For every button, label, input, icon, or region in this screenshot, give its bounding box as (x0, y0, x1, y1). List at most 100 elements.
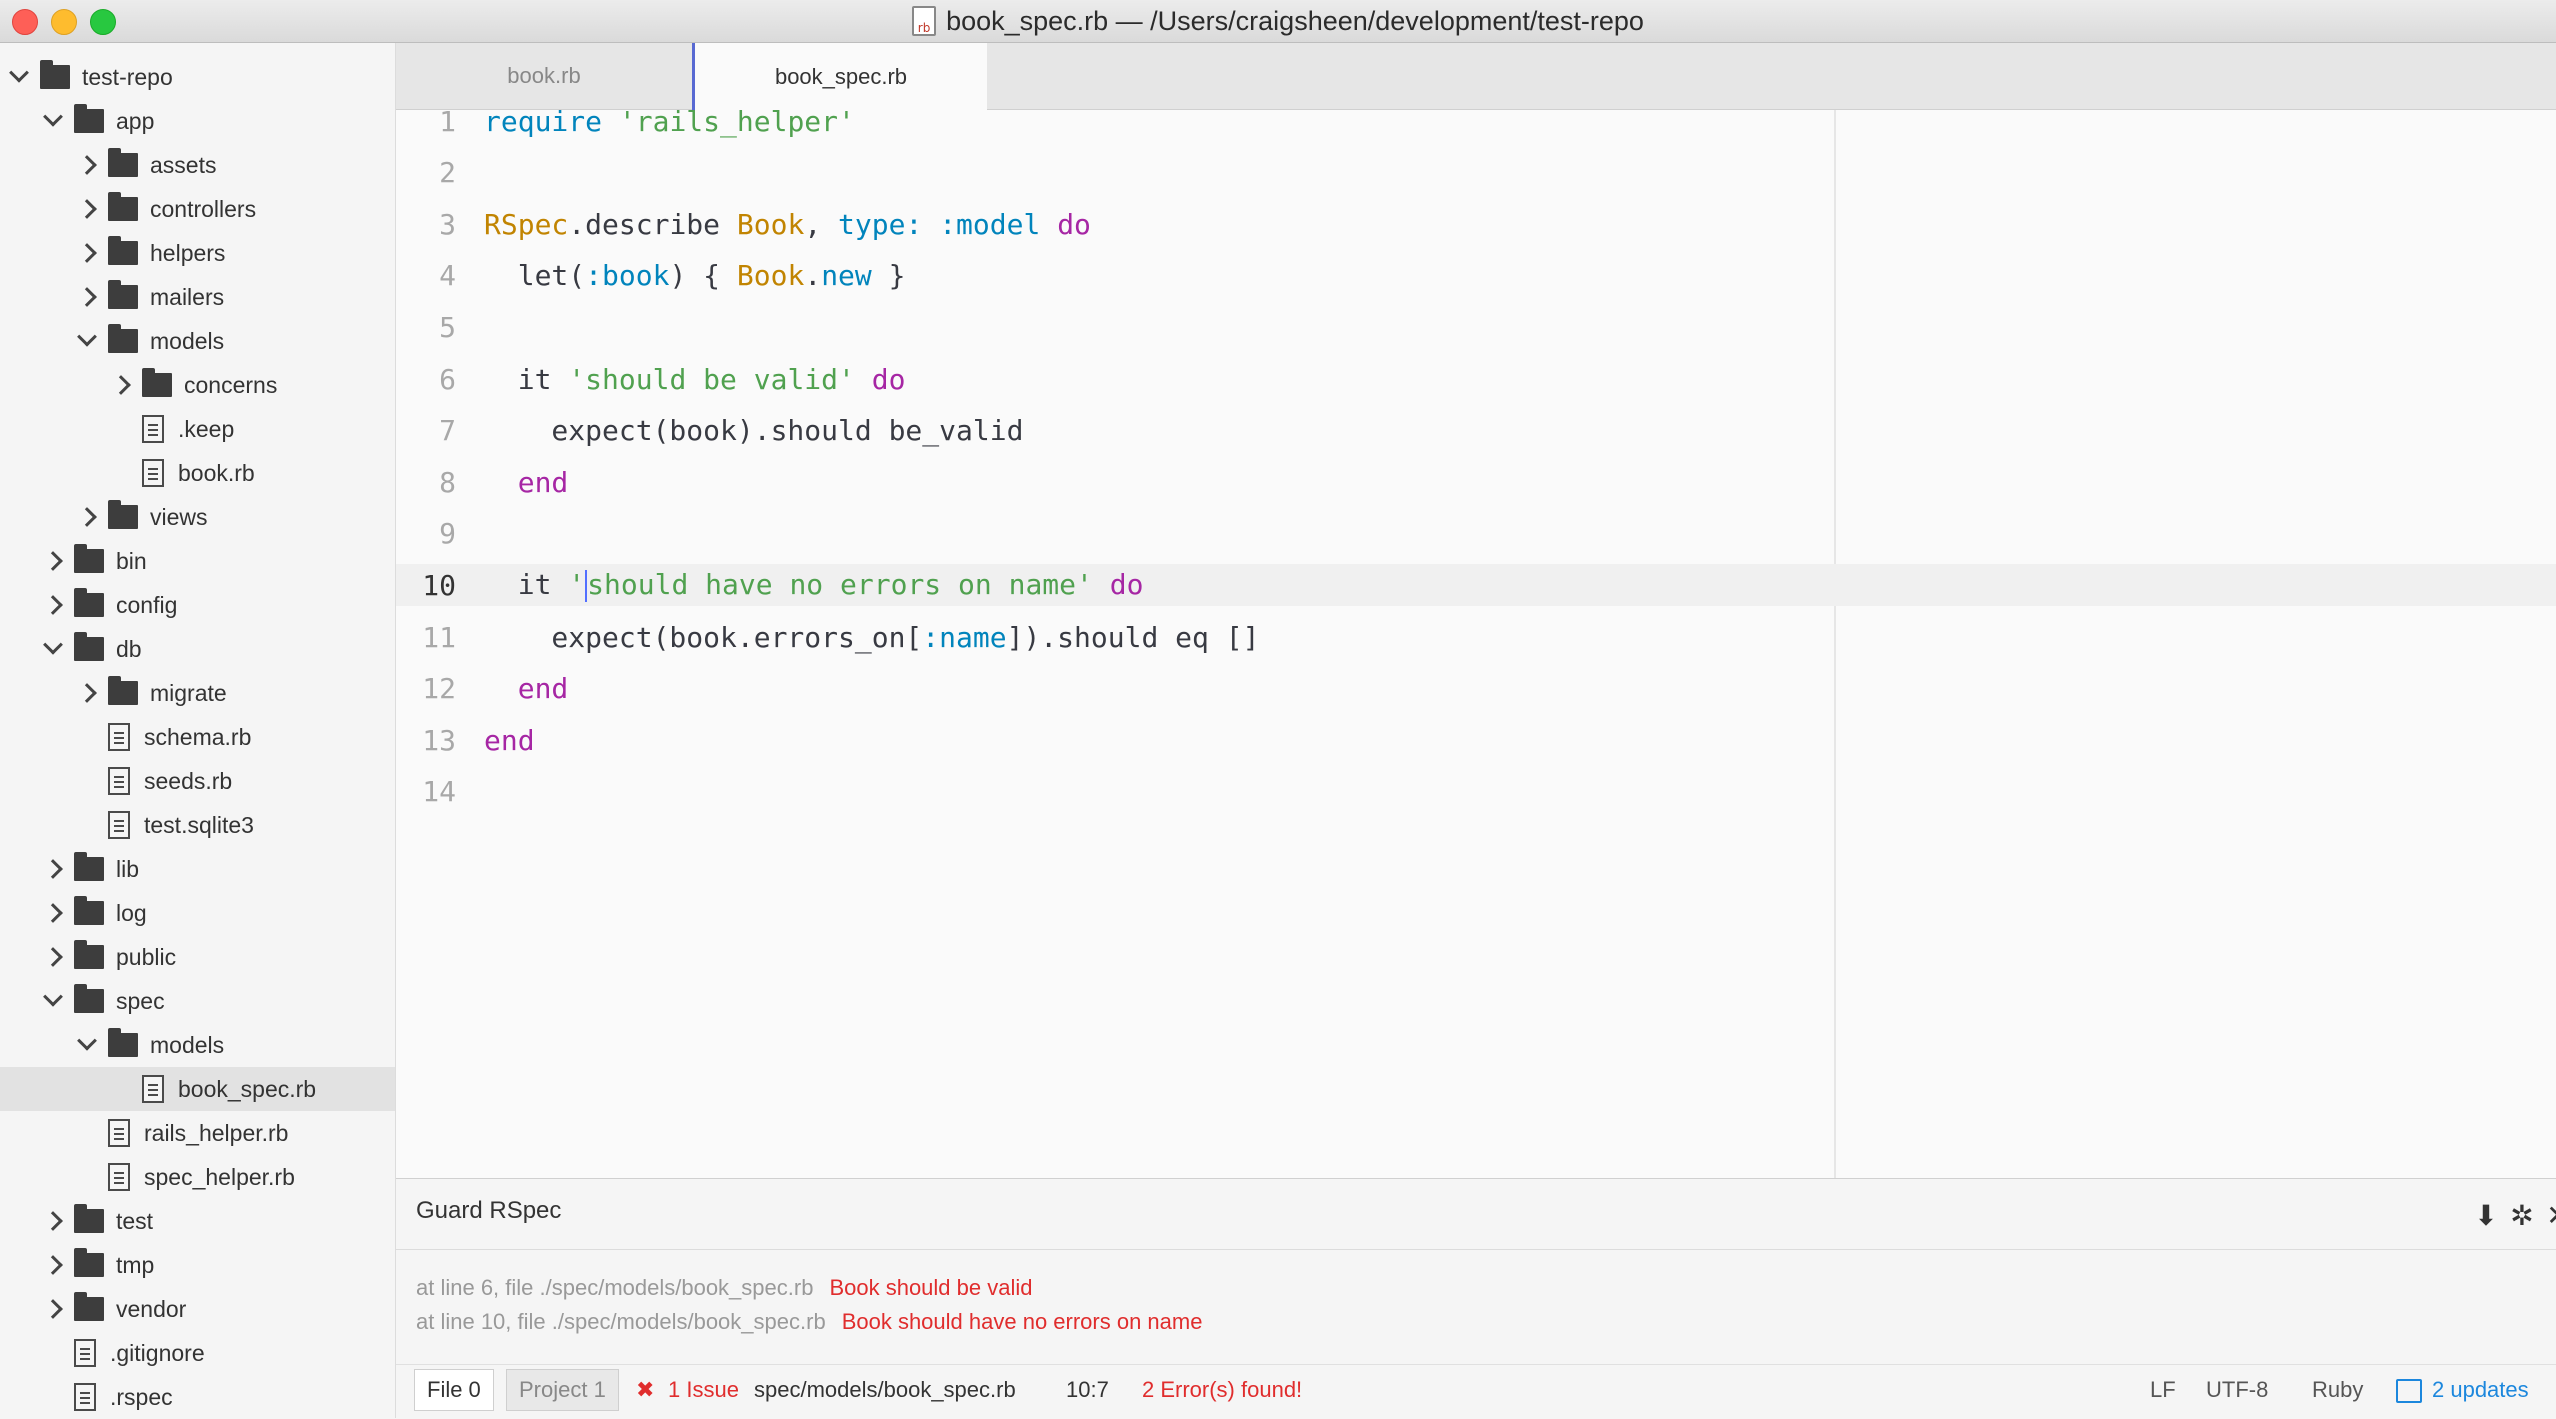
chevron-right-icon[interactable] (43, 1211, 63, 1231)
code-line[interactable]: 6 it 'should be valid' do (396, 358, 2556, 400)
line-number: 10 (422, 568, 456, 602)
linter-project-tab[interactable]: Project 1 (506, 1369, 619, 1411)
chevron-right-icon[interactable] (43, 551, 63, 571)
folder-icon (142, 368, 172, 397)
code-editor[interactable]: 1 require 'rails_helper' 2 3 RSpec.describe … (396, 105, 2556, 1178)
tree-folder[interactable]: tmp (0, 1243, 395, 1287)
code-token: do (1057, 207, 1091, 241)
chevron-down-icon[interactable] (43, 106, 63, 127)
line-number: 5 (439, 310, 456, 344)
code-line[interactable]: 10 it 'should have no errors on name' do (396, 564, 2556, 607)
tree-file[interactable]: schema.rb (0, 715, 395, 759)
tree-folder[interactable]: log (0, 891, 395, 935)
tree-folder[interactable]: migrate (0, 671, 395, 715)
tree-folder[interactable]: mailers (0, 275, 395, 319)
close-icon[interactable]: ✕ (2540, 1197, 2556, 1233)
code-line[interactable]: 11 expect(book.errors_on[:name]).should … (396, 616, 2556, 658)
tree-folder[interactable]: views (0, 495, 395, 539)
tree-item-label: db (116, 635, 142, 662)
tree-folder[interactable]: bin (0, 539, 395, 583)
chevron-down-icon[interactable] (77, 326, 97, 347)
chevron-right-icon[interactable] (43, 595, 63, 615)
tree-file[interactable]: .rspec (0, 1375, 395, 1418)
chevron-right-icon[interactable] (77, 683, 97, 703)
tree-folder[interactable]: models (0, 1023, 395, 1067)
chevron-down-icon[interactable] (77, 1030, 97, 1051)
chevron-right-icon[interactable] (77, 243, 97, 263)
chevron-down-icon[interactable] (43, 634, 63, 655)
tree-folder[interactable]: lib (0, 847, 395, 891)
tree-file[interactable]: rails_helper.rb (0, 1111, 395, 1155)
chevron-right-icon[interactable] (43, 903, 63, 923)
code-line[interactable]: 2 (396, 152, 2556, 194)
tree-item-label: spec (116, 987, 165, 1014)
tree-folder[interactable]: db (0, 627, 395, 671)
tree-folder[interactable]: helpers (0, 231, 395, 275)
chevron-right-icon[interactable] (43, 1255, 63, 1275)
tree-item-label: test.sqlite3 (144, 811, 254, 838)
window-title: book_spec.rb — /Users/craigsheen/develop… (946, 5, 1644, 36)
file-icon (108, 767, 130, 795)
tree-folder[interactable]: models (0, 319, 395, 363)
issue-count[interactable]: 1 Issue (668, 1377, 739, 1403)
tree-folder[interactable]: test (0, 1199, 395, 1243)
tree-folder[interactable]: spec (0, 979, 395, 1023)
package-updates[interactable]: 2 updates (2432, 1377, 2529, 1403)
code-line[interactable]: 1 require 'rails_helper' (396, 100, 2556, 142)
log-error-message[interactable]: Book should be valid (829, 1275, 1032, 1300)
tree-folder[interactable]: config (0, 583, 395, 627)
code-line[interactable]: 5 (396, 306, 2556, 348)
tree-folder[interactable]: assets (0, 143, 395, 187)
package-icon[interactable] (2396, 1379, 2422, 1403)
file-path[interactable]: spec/models/book_spec.rb (754, 1377, 1016, 1403)
download-icon[interactable]: ⬇ (2468, 1197, 2504, 1233)
chevron-right-icon[interactable] (77, 287, 97, 307)
log-line: at line 10, file ./spec/models/book_spec… (416, 1309, 1202, 1335)
settings-icon[interactable]: ✲ (2504, 1197, 2540, 1233)
code-line[interactable]: 13 end (396, 719, 2556, 761)
chevron-right-icon[interactable] (111, 375, 131, 395)
grammar-selector[interactable]: Ruby (2312, 1377, 2363, 1403)
tree-item-label: models (150, 1031, 225, 1058)
cursor-position[interactable]: 10:7 (1066, 1377, 1109, 1403)
tree-file[interactable]: .keep (0, 407, 395, 451)
file-icon (142, 1075, 164, 1103)
tree-file[interactable]: test.sqlite3 (0, 803, 395, 847)
chevron-right-icon[interactable] (43, 947, 63, 967)
log-error-message[interactable]: Book should have no errors on name (842, 1309, 1203, 1334)
tree-file[interactable]: book.rb (0, 451, 395, 495)
chevron-right-icon[interactable] (77, 199, 97, 219)
chevron-down-icon[interactable] (9, 62, 29, 83)
tree-file[interactable]: spec_helper.rb (0, 1155, 395, 1199)
code-line[interactable]: 9 (396, 513, 2556, 555)
chevron-right-icon[interactable] (77, 507, 97, 527)
guard-error-summary[interactable]: 2 Error(s) found! (1142, 1377, 1302, 1403)
tree-folder[interactable]: public (0, 935, 395, 979)
chevron-down-icon[interactable] (43, 986, 63, 1007)
code-line[interactable]: 12 end (396, 668, 2556, 710)
code-line[interactable]: 4 let(:book) { Book.new } (396, 255, 2556, 297)
tree-folder[interactable]: test-repo (0, 55, 395, 99)
tree-folder[interactable]: controllers (0, 187, 395, 231)
code-line[interactable]: 14 (396, 771, 2556, 813)
tree-folder[interactable]: app (0, 99, 395, 143)
folder-icon (74, 544, 104, 573)
chevron-right-icon[interactable] (43, 1299, 63, 1319)
chevron-right-icon[interactable] (77, 155, 97, 175)
tree-file[interactable]: .gitignore (0, 1331, 395, 1375)
code-line[interactable]: 7 expect(book).should be_valid (396, 410, 2556, 452)
chevron-right-icon[interactable] (43, 859, 63, 879)
tree-folder[interactable]: vendor (0, 1287, 395, 1331)
code-line[interactable]: 8 end (396, 461, 2556, 503)
tree-file[interactable]: book_spec.rb (0, 1067, 395, 1111)
tree-item-label: helpers (150, 239, 226, 266)
tree-folder[interactable]: concerns (0, 363, 395, 407)
line-code: it 'should be valid' do (484, 363, 906, 396)
code-line[interactable]: 3 RSpec.describe Book, type: :model do (396, 203, 2556, 245)
tree-file[interactable]: seeds.rb (0, 759, 395, 803)
file-encoding[interactable]: UTF-8 (2206, 1377, 2268, 1403)
linter-file-tab[interactable]: File 0 (414, 1369, 494, 1411)
line-ending[interactable]: LF (2150, 1377, 2176, 1403)
